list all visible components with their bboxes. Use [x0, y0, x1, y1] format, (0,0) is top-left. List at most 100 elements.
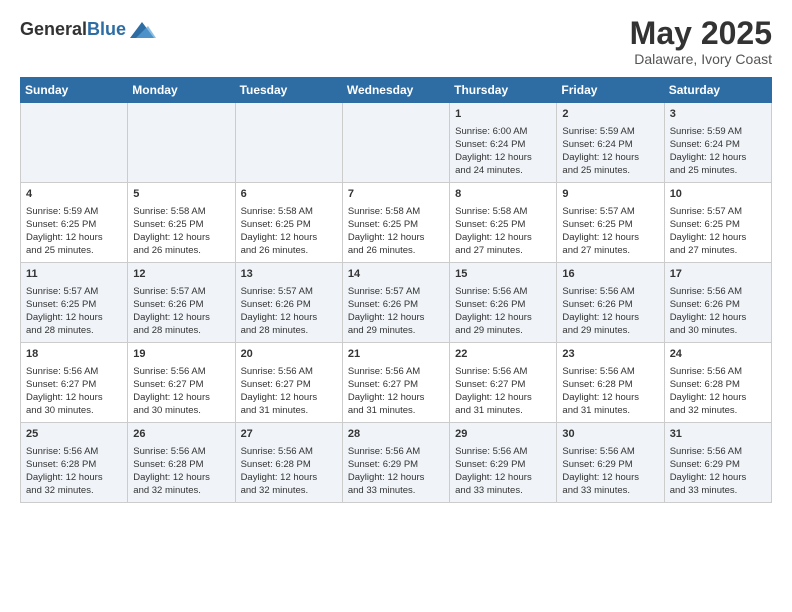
column-header-wednesday: Wednesday: [342, 78, 449, 103]
day-info: Sunrise: 5:59 AM Sunset: 6:24 PM Dayligh…: [670, 125, 766, 178]
day-info: Sunrise: 5:56 AM Sunset: 6:29 PM Dayligh…: [562, 445, 658, 498]
day-info: Sunrise: 5:56 AM Sunset: 6:26 PM Dayligh…: [455, 285, 551, 338]
day-number: 2: [562, 107, 658, 122]
header: GeneralBlue May 2025 Dalaware, Ivory Coa…: [20, 16, 772, 67]
calendar-cell: 31Sunrise: 5:56 AM Sunset: 6:29 PM Dayli…: [664, 423, 771, 503]
day-number: 21: [348, 347, 444, 362]
day-number: 3: [670, 107, 766, 122]
day-number: 13: [241, 267, 337, 282]
logo-text: GeneralBlue: [20, 20, 126, 40]
calendar-cell: 30Sunrise: 5:56 AM Sunset: 6:29 PM Dayli…: [557, 423, 664, 503]
day-number: 7: [348, 187, 444, 202]
calendar-cell: 3 Sunrise: 5:59 AM Sunset: 6:24 PM Daylig…: [664, 103, 771, 183]
day-info: Sunrise: 5:58 AM Sunset: 6:25 PM Dayligh…: [348, 205, 444, 258]
day-info: Sunrise: 5:56 AM Sunset: 6:27 PM Dayligh…: [133, 365, 229, 418]
calendar-cell: [21, 103, 128, 183]
day-info: Sunrise: 5:56 AM Sunset: 6:27 PM Dayligh…: [348, 365, 444, 418]
day-number: 27: [241, 427, 337, 442]
day-info: Sunrise: 5:58 AM Sunset: 6:25 PM Dayligh…: [133, 205, 229, 258]
day-info: Sunrise: 5:56 AM Sunset: 6:27 PM Dayligh…: [455, 365, 551, 418]
calendar-cell: 1 Sunrise: 6:00 AM Sunset: 6:24 PM Daylig…: [450, 103, 557, 183]
logo-icon: [128, 16, 156, 44]
calendar-cell: 24 Sunrise: 5:56 AM Sunset: 6:28 PM Dayli…: [664, 343, 771, 423]
day-number: 23: [562, 347, 658, 362]
day-info: Sunrise: 5:57 AM Sunset: 6:25 PM Dayligh…: [26, 285, 122, 338]
calendar-cell: 8 Sunrise: 5:58 AM Sunset: 6:25 PM Daylig…: [450, 183, 557, 263]
calendar-cell: 23 Sunrise: 5:56 AM Sunset: 6:28 PM Dayli…: [557, 343, 664, 423]
calendar-cell: 7 Sunrise: 5:58 AM Sunset: 6:25 PM Daylig…: [342, 183, 449, 263]
day-number: 19: [133, 347, 229, 362]
calendar-cell: 12 Sunrise: 5:57 AM Sunset: 6:26 PM Dayli…: [128, 263, 235, 343]
calendar-cell: 25 Sunrise: 5:56 AM Sunset: 6:28 PM Dayli…: [21, 423, 128, 503]
day-number: 12: [133, 267, 229, 282]
day-info: Sunrise: 5:57 AM Sunset: 6:26 PM Dayligh…: [241, 285, 337, 338]
day-number: 22: [455, 347, 551, 362]
page: GeneralBlue May 2025 Dalaware, Ivory Coa…: [0, 0, 792, 519]
calendar-cell: 26 Sunrise: 5:56 AM Sunset: 6:28 PM Dayli…: [128, 423, 235, 503]
day-number: 18: [26, 347, 122, 362]
day-number: 26: [133, 427, 229, 442]
column-header-friday: Friday: [557, 78, 664, 103]
calendar-cell: 16Sunrise: 5:56 AM Sunset: 6:26 PM Dayli…: [557, 263, 664, 343]
day-number: 20: [241, 347, 337, 362]
day-number: 9: [562, 187, 658, 202]
day-number: 24: [670, 347, 766, 362]
calendar-cell: [235, 103, 342, 183]
calendar-cell: 10 Sunrise: 5:57 AM Sunset: 6:25 PM Dayli…: [664, 183, 771, 263]
calendar-cell: 13 Sunrise: 5:57 AM Sunset: 6:26 PM Dayli…: [235, 263, 342, 343]
calendar-cell: 5 Sunrise: 5:58 AM Sunset: 6:25 PM Daylig…: [128, 183, 235, 263]
calendar-cell: 27 Sunrise: 5:56 AM Sunset: 6:28 PM Dayli…: [235, 423, 342, 503]
day-number: 8: [455, 187, 551, 202]
day-info: Sunrise: 5:56 AM Sunset: 6:28 PM Dayligh…: [562, 365, 658, 418]
calendar-cell: 18 Sunrise: 5:56 AM Sunset: 6:27 PM Dayli…: [21, 343, 128, 423]
day-info: Sunrise: 5:56 AM Sunset: 6:28 PM Dayligh…: [670, 365, 766, 418]
day-number: 6: [241, 187, 337, 202]
day-number: 29: [455, 427, 551, 442]
calendar-week-row: 18 Sunrise: 5:56 AM Sunset: 6:27 PM Dayli…: [21, 343, 772, 423]
day-number: 25: [26, 427, 122, 442]
calendar-week-row: 25 Sunrise: 5:56 AM Sunset: 6:28 PM Dayli…: [21, 423, 772, 503]
calendar-cell: 29 Sunrise: 5:56 AM Sunset: 6:29 PM Dayli…: [450, 423, 557, 503]
day-info: Sunrise: 5:56 AM Sunset: 6:28 PM Dayligh…: [133, 445, 229, 498]
day-info: Sunrise: 6:00 AM Sunset: 6:24 PM Dayligh…: [455, 125, 551, 178]
day-number: 11: [26, 267, 122, 282]
calendar-cell: 20 Sunrise: 5:56 AM Sunset: 6:27 PM Dayli…: [235, 343, 342, 423]
day-info: Sunrise: 5:58 AM Sunset: 6:25 PM Dayligh…: [241, 205, 337, 258]
day-number: 17: [670, 267, 766, 282]
calendar-table: SundayMondayTuesdayWednesdayThursdayFrid…: [20, 77, 772, 503]
day-number: 14: [348, 267, 444, 282]
calendar-cell: [128, 103, 235, 183]
day-number: 28: [348, 427, 444, 442]
day-info: Sunrise: 5:56 AM Sunset: 6:27 PM Dayligh…: [241, 365, 337, 418]
calendar-week-row: 1 Sunrise: 6:00 AM Sunset: 6:24 PM Daylig…: [21, 103, 772, 183]
day-info: Sunrise: 5:56 AM Sunset: 6:29 PM Dayligh…: [348, 445, 444, 498]
day-info: Sunrise: 5:57 AM Sunset: 6:26 PM Dayligh…: [133, 285, 229, 338]
day-info: Sunrise: 5:56 AM Sunset: 6:27 PM Dayligh…: [26, 365, 122, 418]
day-info: Sunrise: 5:57 AM Sunset: 6:25 PM Dayligh…: [562, 205, 658, 258]
calendar-cell: 22 Sunrise: 5:56 AM Sunset: 6:27 PM Dayli…: [450, 343, 557, 423]
day-number: 16: [562, 267, 658, 282]
day-info: Sunrise: 5:57 AM Sunset: 6:25 PM Dayligh…: [670, 205, 766, 258]
column-header-monday: Monday: [128, 78, 235, 103]
day-info: Sunrise: 5:56 AM Sunset: 6:29 PM Dayligh…: [455, 445, 551, 498]
column-header-thursday: Thursday: [450, 78, 557, 103]
day-number: 4: [26, 187, 122, 202]
page-title: May 2025: [630, 16, 772, 51]
day-info: Sunrise: 5:58 AM Sunset: 6:25 PM Dayligh…: [455, 205, 551, 258]
day-info: Sunrise: 5:56 AM Sunset: 6:28 PM Dayligh…: [241, 445, 337, 498]
day-info: Sunrise: 5:59 AM Sunset: 6:24 PM Dayligh…: [562, 125, 658, 178]
day-number: 31: [670, 427, 766, 442]
calendar-cell: 15 Sunrise: 5:56 AM Sunset: 6:26 PM Dayli…: [450, 263, 557, 343]
column-header-tuesday: Tuesday: [235, 78, 342, 103]
calendar-cell: 9 Sunrise: 5:57 AM Sunset: 6:25 PM Daylig…: [557, 183, 664, 263]
day-number: 5: [133, 187, 229, 202]
day-number: 15: [455, 267, 551, 282]
day-info: Sunrise: 5:56 AM Sunset: 6:28 PM Dayligh…: [26, 445, 122, 498]
column-header-saturday: Saturday: [664, 78, 771, 103]
day-number: 10: [670, 187, 766, 202]
calendar-cell: 11 Sunrise: 5:57 AM Sunset: 6:25 PM Dayli…: [21, 263, 128, 343]
calendar-cell: 28 Sunrise: 5:56 AM Sunset: 6:29 PM Dayli…: [342, 423, 449, 503]
day-number: 1: [455, 107, 551, 122]
calendar-cell: 19 Sunrise: 5:56 AM Sunset: 6:27 PM Dayli…: [128, 343, 235, 423]
day-info: Sunrise: 5:56 AM Sunset: 6:26 PM Dayligh…: [670, 285, 766, 338]
